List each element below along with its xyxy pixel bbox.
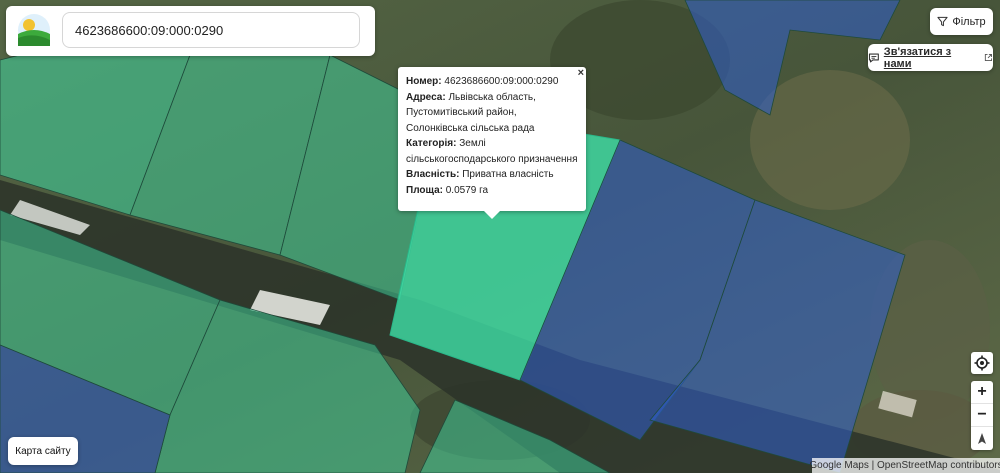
filter-label: Фільтр bbox=[952, 15, 986, 28]
north-arrow-icon bbox=[978, 432, 986, 444]
logo-icon[interactable] bbox=[18, 14, 50, 46]
popup-row-number: Номер: 4623686600:09:000:0290 bbox=[406, 76, 559, 87]
crosshair-icon bbox=[974, 355, 990, 371]
contact-us-label: Зв'язатися з нами bbox=[883, 45, 952, 70]
popup-row-ownership: Власність: Приватна власність bbox=[406, 169, 554, 180]
locate-button[interactable] bbox=[971, 352, 993, 374]
filter-button[interactable]: Фільтр bbox=[930, 8, 993, 35]
close-icon[interactable]: × bbox=[578, 67, 584, 80]
search-panel bbox=[6, 6, 375, 56]
popup-row-address: Адреса: Львівська область, Пустомитівськ… bbox=[406, 91, 536, 134]
compass-button[interactable] bbox=[971, 427, 993, 450]
sitemap-button[interactable]: Карта сайту bbox=[8, 437, 78, 465]
chat-icon bbox=[868, 53, 879, 62]
popup-row-area: Площа: 0.0579 га bbox=[406, 184, 489, 196]
zoom-controls: + − bbox=[971, 381, 993, 450]
map-attribution[interactable]: Google Maps | OpenStreetMap contributors bbox=[809, 458, 1000, 473]
contact-us-button[interactable]: Зв'язатися з нами bbox=[868, 44, 993, 71]
zoom-out-button[interactable]: − bbox=[971, 404, 993, 427]
popup-pointer bbox=[484, 211, 500, 219]
zoom-in-button[interactable]: + bbox=[971, 381, 993, 404]
popup-row-category: Категорія: Землі сільськогосподарського … bbox=[406, 138, 578, 165]
filter-icon bbox=[937, 16, 948, 27]
external-link-icon bbox=[985, 53, 993, 62]
search-input[interactable] bbox=[62, 12, 360, 48]
parcel-info-popup: × Номер: 4623686600:09:000:0290 Адреса: … bbox=[398, 67, 586, 211]
